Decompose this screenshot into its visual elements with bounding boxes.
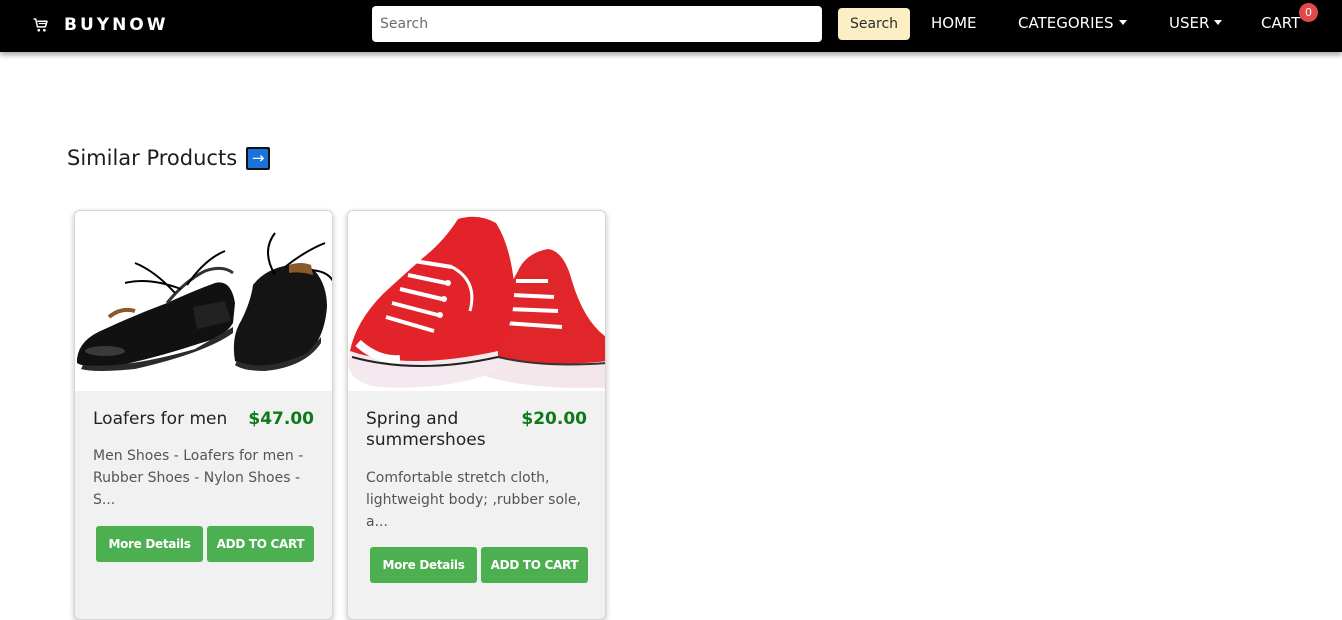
navbar: BUYNOW Search HOME CATEGORIES USER CART …	[0, 0, 1342, 52]
product-description: Comfortable stretch cloth, lightweight b…	[366, 470, 581, 530]
product-card: Spring and summershoes $20.00 Comfortabl…	[347, 210, 606, 620]
arrow-right-icon: →	[246, 146, 271, 170]
cart-count-badge: 0	[1299, 3, 1318, 22]
caret-down-icon	[1118, 20, 1127, 25]
nav-user-dropdown[interactable]: USER	[1169, 14, 1223, 32]
nav-user-label: USER	[1169, 14, 1210, 32]
product-card: Loafers for men $47.00 Men Shoes - Loafe…	[74, 210, 333, 620]
red-sneakers-image	[348, 211, 605, 391]
product-name: Loafers for men	[93, 409, 228, 429]
brand-link[interactable]: BUYNOW	[32, 14, 169, 36]
search-input[interactable]	[372, 6, 822, 42]
nav-home-link[interactable]: HOME	[931, 14, 977, 32]
more-details-button[interactable]: More Details	[96, 526, 203, 562]
more-details-button[interactable]: More Details	[370, 547, 477, 583]
product-name: Spring and summershoes	[366, 409, 486, 450]
nav-cart-link[interactable]: CART	[1261, 14, 1300, 32]
search-button[interactable]: Search	[838, 8, 910, 40]
section-title: Similar Products	[67, 146, 238, 170]
product-description: Men Shoes - Loafers for men - Rubber Sho…	[93, 448, 304, 508]
caret-down-icon	[1214, 20, 1223, 25]
brand-name: BUYNOW	[64, 15, 169, 35]
product-price: $20.00	[521, 409, 587, 429]
add-to-cart-button[interactable]: ADD TO CART	[207, 526, 314, 562]
nav-categories-label: CATEGORIES	[1018, 14, 1114, 32]
loafers-shoe-image	[75, 211, 332, 391]
cart-icon	[33, 18, 48, 32]
section-heading: Similar Products →	[67, 146, 271, 170]
add-to-cart-button[interactable]: ADD TO CART	[481, 547, 588, 583]
product-price: $47.00	[248, 409, 314, 429]
product-image	[75, 211, 332, 391]
product-image	[348, 211, 605, 391]
nav-categories-dropdown[interactable]: CATEGORIES	[1018, 14, 1127, 32]
